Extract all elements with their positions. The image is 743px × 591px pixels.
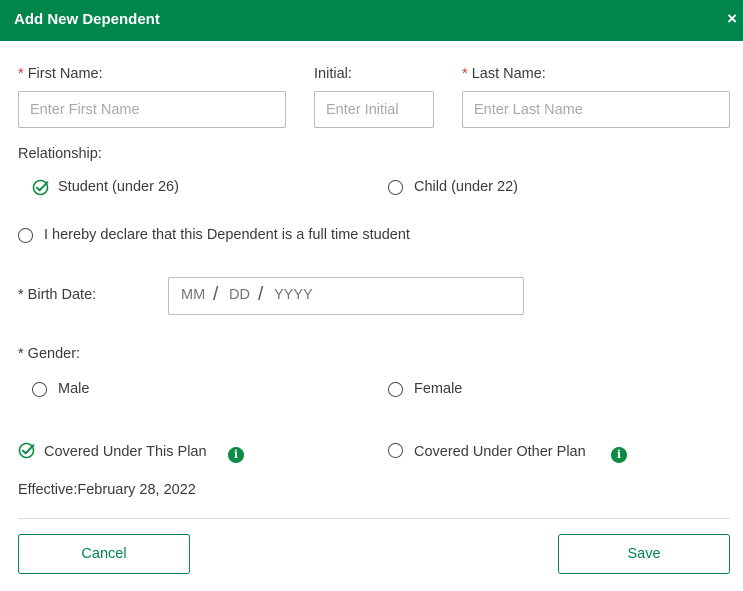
date-separator: / bbox=[213, 284, 219, 305]
declaration-label[interactable]: I hereby declare that this Dependent is … bbox=[44, 227, 410, 243]
info-icon[interactable]: i bbox=[611, 447, 627, 463]
relationship-student-label[interactable]: Student (under 26) bbox=[58, 179, 179, 195]
first-name-label: * First Name: bbox=[18, 66, 103, 82]
dialog-title: Add New Dependent bbox=[14, 11, 160, 28]
check-circle-icon[interactable] bbox=[32, 179, 49, 196]
required-mark: * bbox=[18, 66, 24, 82]
check-circle-icon[interactable] bbox=[18, 442, 35, 459]
footer-divider bbox=[18, 518, 730, 519]
birth-date-label: * Birth Date: bbox=[18, 287, 97, 303]
gender-female-radio[interactable] bbox=[388, 382, 403, 397]
initial-label: Initial: bbox=[314, 66, 352, 82]
last-name-label: * Last Name: bbox=[462, 66, 546, 82]
initial-input[interactable] bbox=[314, 91, 434, 128]
relationship-label: Relationship: bbox=[18, 146, 102, 162]
birth-day-input[interactable] bbox=[229, 287, 255, 303]
required-mark: * bbox=[462, 66, 468, 82]
last-name-input[interactable] bbox=[462, 91, 730, 128]
coverage-this-plan-label[interactable]: Covered Under This Plan bbox=[44, 444, 207, 460]
gender-male-radio[interactable] bbox=[32, 382, 47, 397]
last-name-label-text: Last Name: bbox=[471, 66, 546, 82]
gender-female-label[interactable]: Female bbox=[414, 381, 462, 397]
effective-date-text: Effective:February 28, 2022 bbox=[18, 482, 196, 498]
info-icon[interactable]: i bbox=[228, 447, 244, 463]
relationship-child-radio[interactable] bbox=[388, 180, 403, 195]
birth-year-input[interactable] bbox=[274, 287, 324, 303]
birth-month-input[interactable] bbox=[181, 287, 209, 303]
birth-date-field: / / bbox=[168, 277, 524, 315]
first-name-input[interactable] bbox=[18, 91, 286, 128]
gender-label: * Gender: bbox=[18, 346, 81, 362]
save-button[interactable]: Save bbox=[558, 534, 730, 574]
close-icon[interactable]: × bbox=[727, 9, 737, 29]
first-name-label-text: First Name: bbox=[27, 66, 103, 82]
cancel-button[interactable]: Cancel bbox=[18, 534, 190, 574]
dialog-header: Add New Dependent × bbox=[0, 0, 743, 41]
coverage-other-plan-label[interactable]: Covered Under Other Plan bbox=[414, 444, 586, 460]
relationship-child-label[interactable]: Child (under 22) bbox=[414, 179, 518, 195]
coverage-other-plan-radio[interactable] bbox=[388, 443, 403, 458]
declaration-radio[interactable] bbox=[18, 228, 33, 243]
gender-male-label[interactable]: Male bbox=[58, 381, 89, 397]
date-separator: / bbox=[258, 284, 264, 305]
